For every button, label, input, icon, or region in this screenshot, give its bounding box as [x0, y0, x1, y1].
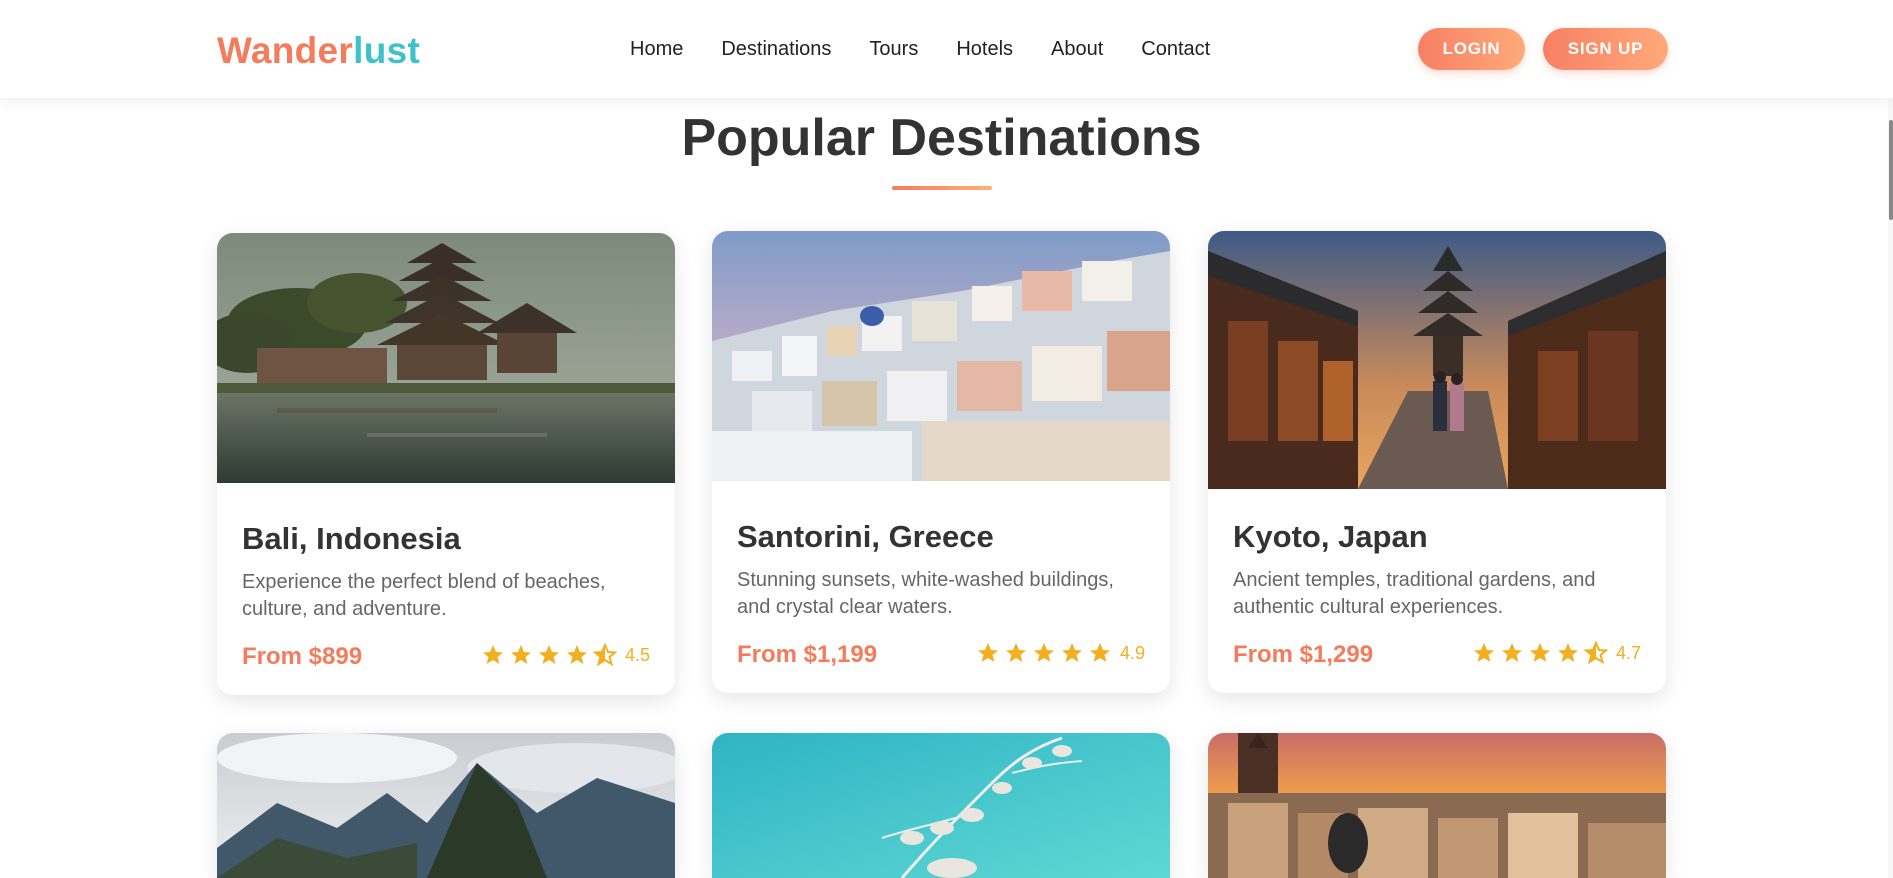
destination-description: Ancient temples, traditional gardens, an… [1233, 569, 1596, 618]
destination-price: From $899 [242, 643, 363, 670]
star-half-icon [1583, 641, 1608, 665]
nav-tours[interactable]: Tours [869, 38, 918, 61]
star-icon [1473, 643, 1494, 662]
star-half-icon [592, 643, 617, 667]
destination-price: From $1,199 [737, 641, 878, 668]
logo-part-wander: Wander [217, 30, 354, 71]
bali-image [217, 233, 675, 483]
destination-card-kyoto[interactable]: Kyoto, Japan Ancient temples, traditiona… [1208, 231, 1666, 693]
destination-card-mountains[interactable] [217, 733, 675, 878]
star-icon [1061, 643, 1082, 662]
destination-card-bali[interactable]: Bali, Indonesia Experience the perfect b… [217, 233, 675, 695]
login-button[interactable]: LOGIN [1418, 28, 1525, 70]
rating: 4.5 [481, 643, 650, 667]
rating-value: 4.5 [624, 644, 650, 665]
signup-button[interactable]: SIGN UP [1543, 28, 1668, 70]
nav-hotels[interactable]: Hotels [956, 38, 1013, 61]
main-nav: Home Destinations Tours Hotels About Con… [630, 38, 1210, 61]
destination-name: Santorini, Greece [737, 519, 994, 554]
rating: 4.7 [1472, 641, 1641, 665]
mountains-image [217, 733, 675, 878]
logo-part-lust: lust [353, 30, 421, 71]
rating-value: 4.9 [1119, 642, 1145, 663]
nav-destinations[interactable]: Destinations [721, 38, 831, 61]
star-icon [1557, 643, 1578, 662]
rating: 4.9 [976, 641, 1145, 665]
star-icon [977, 643, 998, 662]
destination-name: Bali, Indonesia [242, 521, 461, 556]
section-title: Popular Destinations [681, 109, 1202, 167]
destination-description: Stunning sunsets, white-washed buildings… [737, 569, 1114, 618]
star-icon [538, 645, 559, 664]
destination-card-santorini[interactable]: Santorini, Greece Stunning sunsets, whit… [712, 231, 1170, 693]
logo[interactable]: Wanderlust [217, 30, 420, 72]
nav-contact[interactable]: Contact [1141, 38, 1210, 61]
maldives-image [712, 733, 1170, 878]
rating-value: 4.7 [1615, 642, 1641, 663]
destination-price: From $1,299 [1233, 641, 1374, 668]
madrid-image [1208, 733, 1666, 878]
destination-card-maldives[interactable] [712, 733, 1170, 878]
destination-description: Experience the perfect blend of beaches,… [242, 571, 606, 620]
destination-card-madrid[interactable] [1208, 733, 1666, 878]
star-icon [566, 645, 587, 664]
santorini-image [712, 231, 1170, 481]
star-icon [510, 645, 531, 664]
star-icon [1529, 643, 1550, 662]
star-icon [1501, 643, 1522, 662]
star-icon [482, 645, 503, 664]
nav-home[interactable]: Home [630, 38, 683, 61]
kyoto-image [1208, 231, 1666, 489]
star-icon [1033, 643, 1054, 662]
site-header: Wanderlust Home Destinations Tours Hotel… [0, 0, 1893, 98]
star-icon [1089, 643, 1110, 662]
star-icon [1005, 643, 1026, 662]
title-underline [892, 186, 992, 190]
destination-name: Kyoto, Japan [1233, 519, 1428, 554]
scrollbar-thumb[interactable] [1889, 120, 1893, 220]
nav-about[interactable]: About [1051, 38, 1103, 61]
